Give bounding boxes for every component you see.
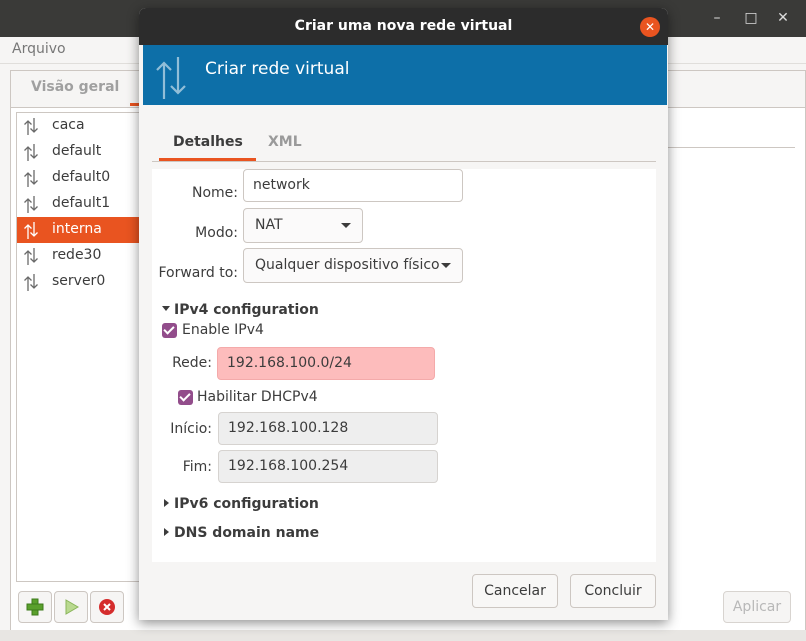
dhcp-start-label: Início:: [170, 421, 212, 437]
network-list-item[interactable]: server0: [17, 269, 141, 295]
expander-right-icon: [164, 528, 169, 536]
create-network-dialog: Criar uma nova rede virtual ✕ Criar rede…: [139, 8, 668, 620]
cancel-button[interactable]: Cancelar: [472, 574, 558, 608]
network-name: caca: [52, 117, 85, 133]
network-name: default: [52, 143, 102, 159]
network-icon: [24, 196, 38, 213]
network-name: rede30: [52, 247, 102, 263]
dialog-title: Criar uma nova rede virtual: [294, 18, 513, 34]
dialog-close-icon[interactable]: ✕: [640, 17, 660, 37]
name-input[interactable]: network: [243, 169, 463, 202]
expander-down-icon: [162, 306, 170, 311]
dhcp-start-input[interactable]: 192.168.100.128: [218, 412, 438, 445]
network-list-item[interactable]: rede30: [17, 243, 141, 269]
network-list-item[interactable]: caca: [17, 113, 141, 139]
finish-button[interactable]: Concluir: [570, 574, 656, 608]
network-name: interna: [52, 221, 102, 237]
details-panel: Nome: network Modo: NAT Forward to: Qual…: [152, 169, 656, 562]
network-icon: [24, 248, 38, 265]
close-window-icon[interactable]: ✕: [773, 8, 793, 28]
tab-active-indicator: [159, 158, 256, 161]
dhcp-end-label: Fim:: [182, 459, 212, 475]
maximize-icon[interactable]: □: [741, 8, 761, 28]
tab-xml[interactable]: XML: [268, 134, 302, 150]
minimize-icon[interactable]: –: [707, 8, 727, 28]
ipv4-expander[interactable]: IPv4 configuration: [174, 302, 319, 318]
enable-ipv4-label: Enable IPv4: [182, 322, 264, 338]
add-network-button[interactable]: [18, 591, 52, 623]
network-icon: [24, 118, 38, 135]
expander-right-icon: [164, 499, 169, 507]
tab-details[interactable]: Detalhes: [173, 134, 243, 150]
ipv6-expander[interactable]: IPv6 configuration: [174, 496, 319, 512]
mode-select[interactable]: NAT: [243, 208, 363, 243]
apply-button[interactable]: Aplicar: [723, 591, 791, 623]
tab-overview[interactable]: Visão geral: [31, 79, 119, 95]
network-icon: [24, 222, 38, 239]
network-name: server0: [52, 273, 106, 289]
start-network-button[interactable]: [54, 591, 88, 623]
network-list-item[interactable]: interna: [17, 217, 141, 243]
play-icon: [65, 599, 79, 615]
enable-dhcp-checkbox[interactable]: [178, 390, 193, 405]
dialog-tabs: Detalhes XML: [152, 126, 656, 162]
mode-label: Modo:: [195, 225, 238, 241]
stop-icon: [99, 599, 115, 615]
network-icon: [24, 144, 38, 161]
network-icon: [24, 170, 38, 187]
divider: [667, 147, 795, 148]
network-name: default0: [52, 169, 111, 185]
network-list-item[interactable]: default0: [17, 165, 141, 191]
network-name: default1: [52, 195, 111, 211]
forward-label: Forward to:: [158, 265, 238, 281]
stop-network-button[interactable]: [90, 591, 124, 623]
plus-icon: [26, 598, 44, 616]
header-banner: Criar rede virtual: [143, 45, 667, 105]
network-label: Rede:: [172, 355, 212, 371]
network-list-item[interactable]: default: [17, 139, 141, 165]
mode-select-value: NAT: [255, 217, 283, 233]
name-label: Nome:: [191, 185, 238, 201]
network-icon: [24, 274, 38, 291]
network-list-item[interactable]: default1: [17, 191, 141, 217]
forward-select[interactable]: Qualquer dispositivo físico: [243, 248, 463, 283]
main-bottom-edge: [0, 630, 806, 641]
forward-select-value: Qualquer dispositivo físico: [255, 257, 440, 273]
chevron-down-icon: [441, 263, 451, 268]
network-arrows-icon: [156, 57, 186, 99]
dhcp-end-input[interactable]: 192.168.100.254: [218, 450, 438, 483]
enable-ipv4-checkbox[interactable]: [162, 323, 177, 338]
enable-dhcp-label: Habilitar DHCPv4: [197, 389, 318, 405]
dns-expander[interactable]: DNS domain name: [174, 525, 319, 541]
banner-title: Criar rede virtual: [205, 59, 350, 79]
network-input[interactable]: 192.168.100.0/24: [217, 347, 435, 380]
menu-file[interactable]: Arquivo: [12, 41, 66, 57]
chevron-down-icon: [341, 223, 351, 228]
